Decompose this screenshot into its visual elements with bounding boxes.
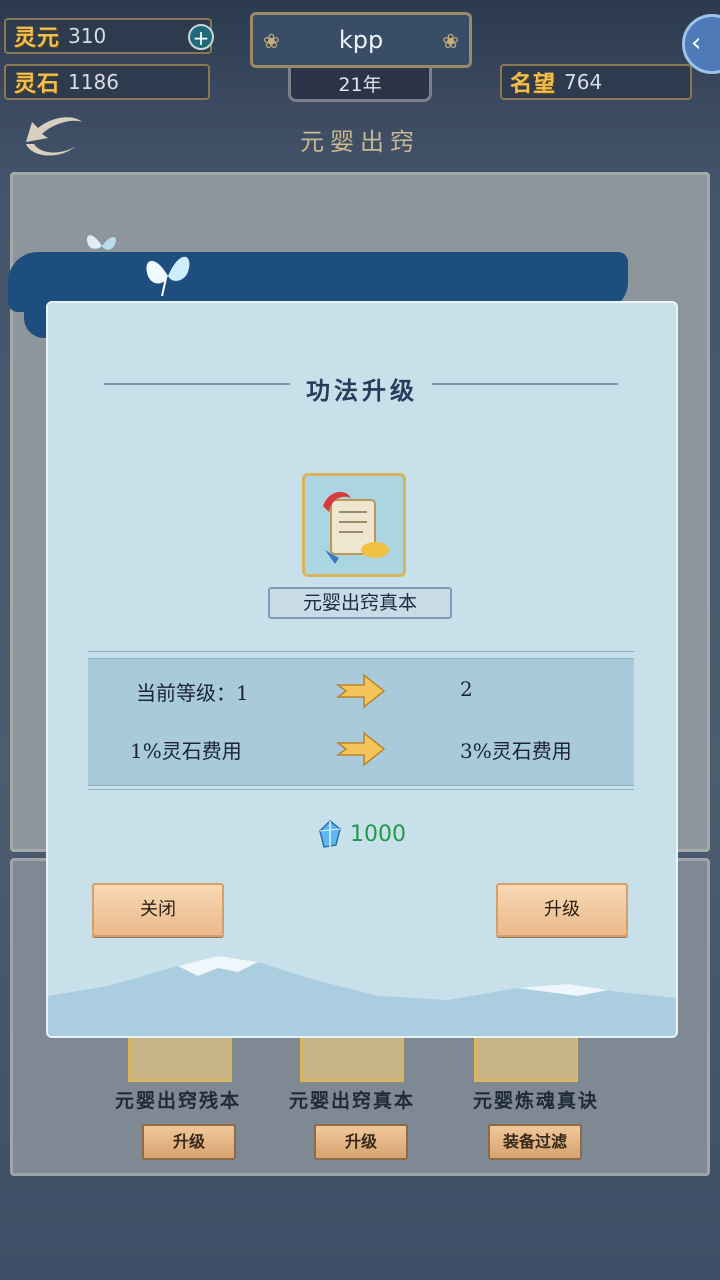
mountain-decoration xyxy=(48,956,676,1036)
butterfly-icon xyxy=(86,235,117,250)
lingyuan-label: 灵元 xyxy=(14,26,61,51)
butterfly-icon xyxy=(146,256,190,297)
arrow-right-icon xyxy=(336,731,386,767)
dialog-title: 功法升级 xyxy=(306,376,418,405)
lingyuan-counter: 灵元 310 + xyxy=(4,18,214,54)
skill-name-label: 元婴出窍真本 xyxy=(268,587,452,619)
mingwang-value: 764 xyxy=(564,70,603,94)
cloud-ornament-icon: ❀ xyxy=(263,29,280,53)
skill-scroll-icon xyxy=(302,473,406,577)
page-title: 元婴出窍 xyxy=(300,128,420,156)
band-divider xyxy=(88,651,634,652)
item-name: 元婴炼魂真诀 xyxy=(472,1090,599,1112)
year-display: 21年 xyxy=(288,68,432,102)
add-lingyuan-button[interactable]: + xyxy=(188,24,214,50)
player-name-plate[interactable]: ❀ kpp ❀ xyxy=(250,12,472,68)
item-name: 元婴出窍残本 xyxy=(114,1090,241,1112)
upgrade-cost: 1000 xyxy=(316,819,406,849)
lingshi-counter: 灵石 1186 xyxy=(4,64,210,100)
mingwang-counter: 名望 764 xyxy=(500,64,692,100)
mingwang-label: 名望 xyxy=(510,72,557,97)
item-name: 元婴出窍真本 xyxy=(288,1090,415,1112)
technique-upgrade-dialog: 功法升级 元婴出窍真本 当前等级：1 2 1%灵石费用 3%灵石费用 1000 … xyxy=(46,301,678,1038)
current-cost-label: 1%灵石费用 xyxy=(130,739,242,763)
next-cost-label: 3%灵石费用 xyxy=(460,739,572,763)
player-name: kpp xyxy=(338,26,384,54)
item-upgrade-button[interactable]: 升级 xyxy=(314,1124,408,1160)
lingshi-label: 灵石 xyxy=(14,72,61,97)
spirit-stone-icon xyxy=(319,819,341,848)
next-level-value: 2 xyxy=(460,677,473,701)
cost-amount: 1000 xyxy=(350,821,406,847)
arrow-right-icon xyxy=(336,673,386,709)
current-level-label: 当前等级：1 xyxy=(136,681,249,705)
band-divider xyxy=(88,789,634,790)
item-upgrade-button[interactable]: 升级 xyxy=(142,1124,236,1160)
equip-filter-button[interactable]: 装备过滤 xyxy=(488,1124,582,1160)
cloud-ornament-icon: ❀ xyxy=(442,29,459,53)
lingyuan-value: 310 xyxy=(68,24,107,48)
lingshi-value: 1186 xyxy=(68,70,119,94)
